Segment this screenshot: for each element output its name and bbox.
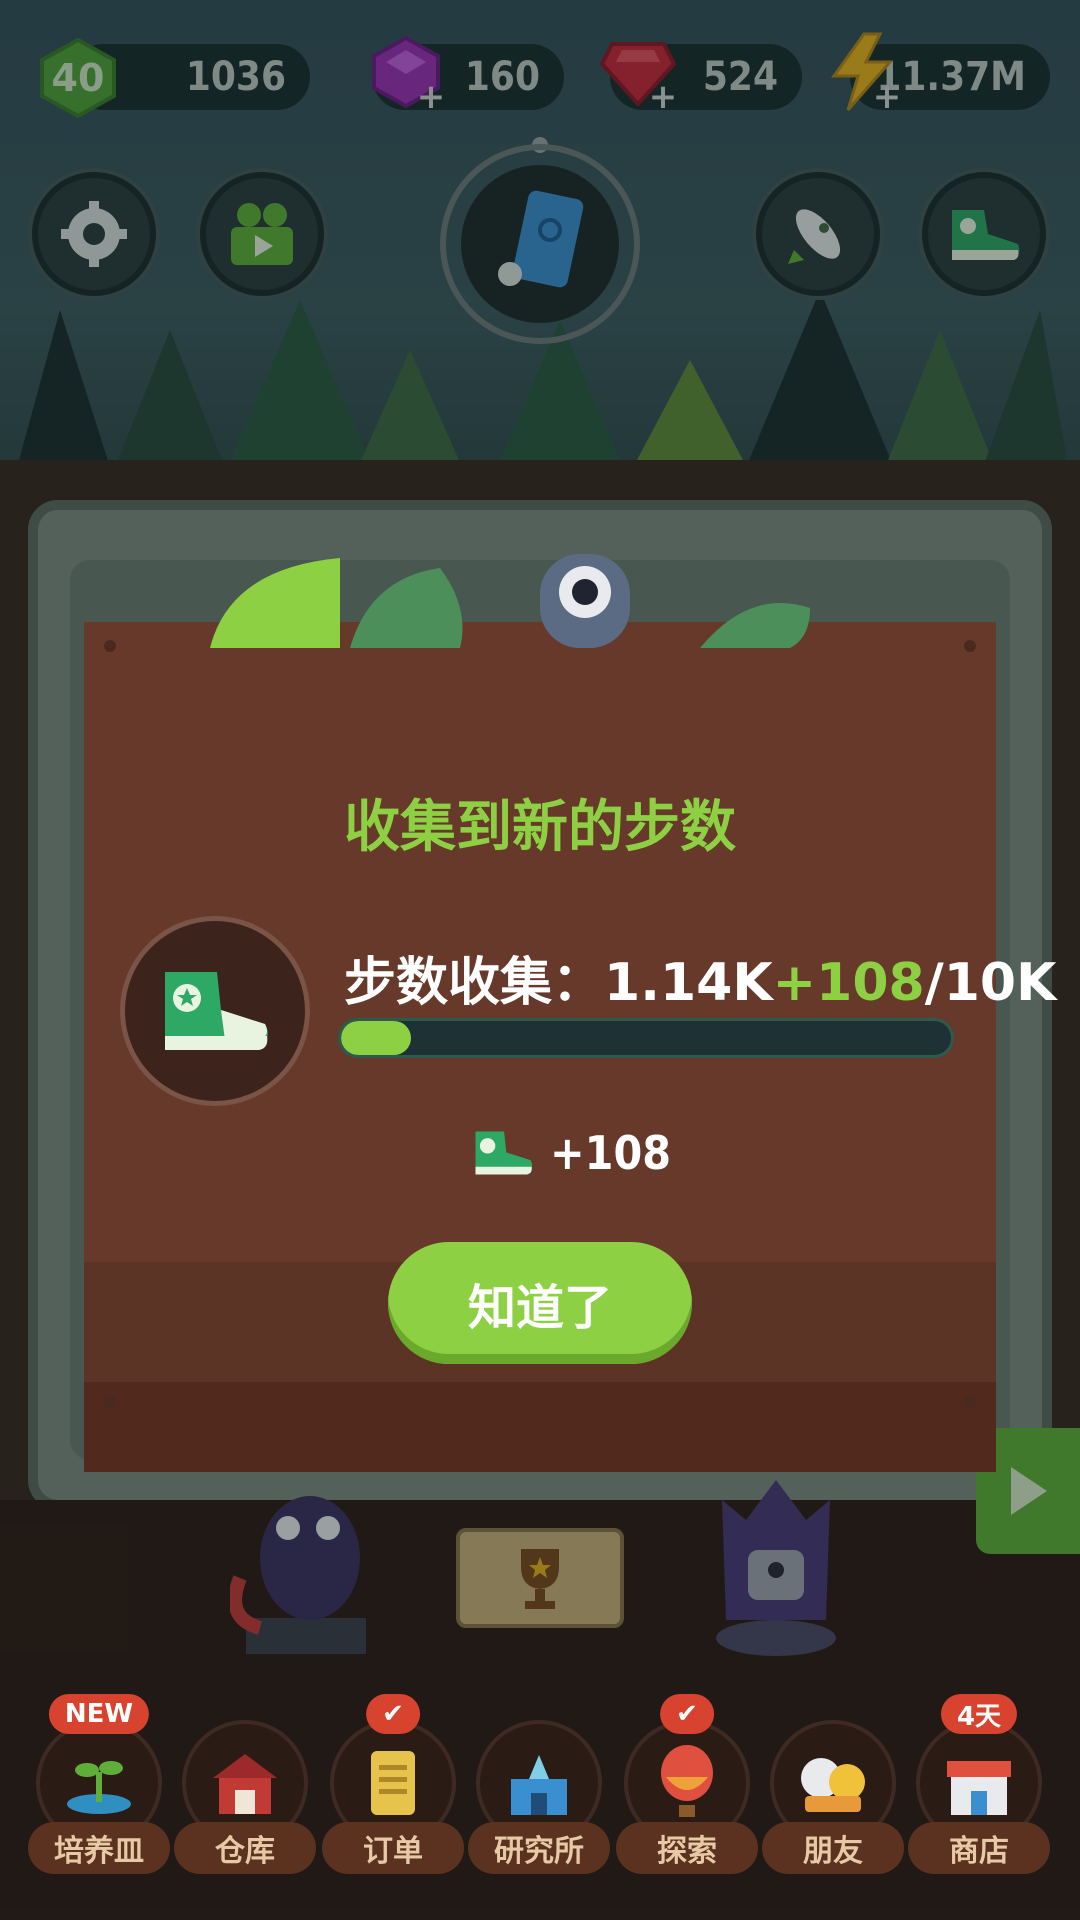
steps-current: 1.14K [604,953,773,1013]
rivet [964,640,976,652]
sneaker-icon [475,1131,533,1175]
nav-item-5[interactable]: 朋友 [762,1720,904,1880]
rivet [104,1396,116,1408]
modal-title: 收集到新的步数 [344,795,736,860]
nav-item-0[interactable]: 培养皿 NEW [28,1694,170,1880]
nav-item-6[interactable]: 商店 4天 [908,1694,1050,1880]
shoe-portrait [120,916,310,1106]
check-badge: ✔ [660,1694,714,1734]
modal-top-decoration [210,554,810,648]
confirm-button[interactable]: 知道了 [388,1242,692,1364]
steps-collect-label: 步数收集：1.14K+108/10K [344,940,1056,1015]
nav-badge: NEW [48,1694,150,1734]
nav-item-2[interactable]: 订单 ✔ [322,1694,464,1880]
reward-row: +108 [470,1126,671,1180]
steps-total: /10K [924,953,1057,1013]
steps-label-text: 步数收集： [344,953,605,1013]
nav-item-label: 商店 [908,1822,1050,1874]
nav-item-label: 探索 [616,1822,758,1874]
modal-band [84,1382,996,1472]
rivet [964,1396,976,1408]
nav-badge: 4天 [940,1694,1018,1734]
check-badge: ✔ [366,1694,420,1734]
steps-progress-fill [341,1021,411,1055]
nav-item-1[interactable]: 仓库 [174,1720,316,1880]
sneaker-icon [165,972,268,1050]
reward-value: +108 [550,1126,672,1180]
nav-item-label: 仓库 [174,1822,316,1874]
nav-item-4[interactable]: 探索 ✔ [616,1694,758,1880]
nav-item-3[interactable]: 研究所 [468,1720,610,1880]
nav-item-label: 培养皿 [28,1822,170,1874]
nav-item-label: 研究所 [468,1822,610,1874]
nav-item-label: 朋友 [762,1822,904,1874]
nav-item-label: 订单 [322,1822,464,1874]
rivet [104,640,116,652]
steps-added: +108 [772,953,925,1013]
steps-progress-bar [338,1018,954,1058]
